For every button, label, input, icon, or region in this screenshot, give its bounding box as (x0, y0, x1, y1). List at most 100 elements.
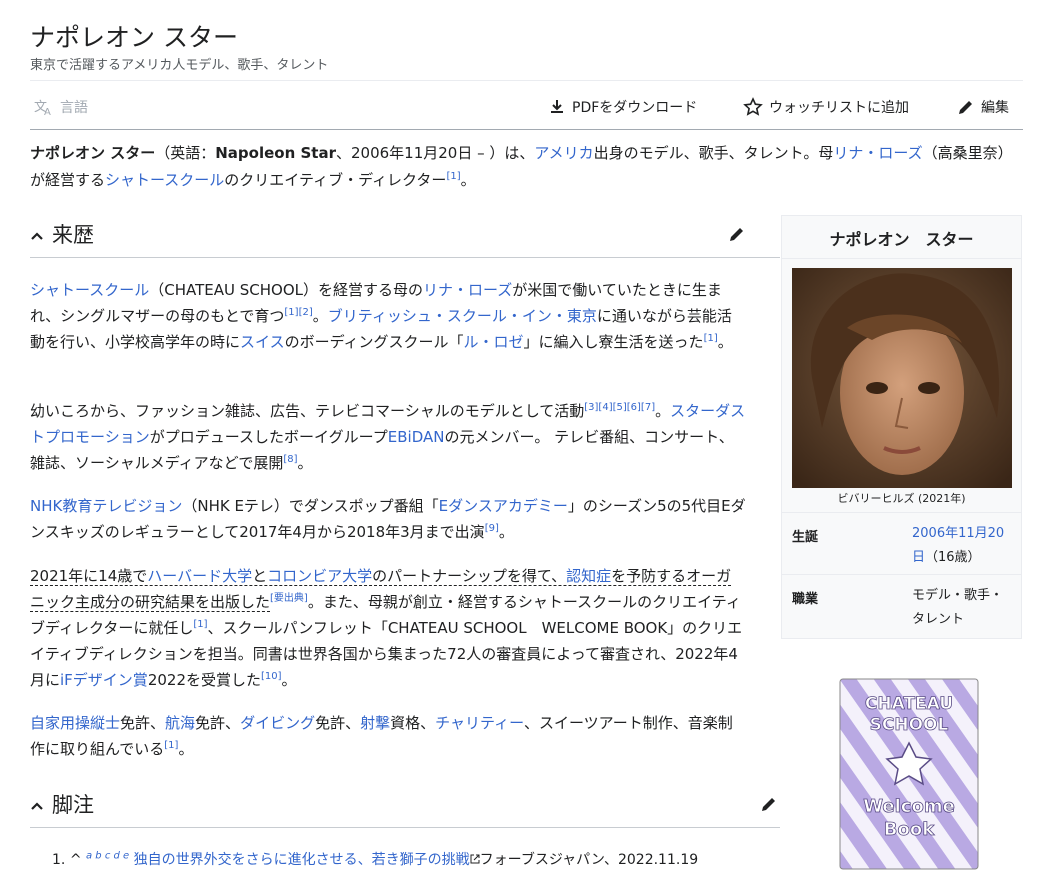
watchlist-button[interactable]: ウォッチリストに追加 (743, 97, 909, 117)
page-toolbar: 文A 言語 PDFをダウンロード ウォッチリストに追加 編集 (30, 97, 1023, 119)
book-title-line-4: Book (884, 819, 935, 840)
link-le-rosey[interactable]: ル・ロゼ (464, 333, 524, 351)
born-age: （16歳） (925, 550, 981, 565)
history-paragraph-2: 幼いころから、ファッション雑誌、広告、テレビコマーシャルのモデルとして活動[3]… (30, 398, 746, 476)
text: のボーディングスクール「 (284, 333, 464, 351)
history-paragraph-4: 2021年に14歳でハーバード大学とコロンビア大学のパートナーシップを得て、認知… (30, 563, 746, 693)
text: 。 (178, 740, 194, 758)
intro-text: 出身のモデル、歌手、タレント。母 (593, 144, 834, 162)
link-shooting[interactable]: 射撃 (360, 714, 390, 732)
intro-paragraph: ナポレオン スター（英語：Napoleon Star、2006年11月20日 –… (30, 140, 1020, 194)
text: 。 (297, 454, 313, 472)
text: 免許、 (120, 714, 166, 732)
welcome-book-image[interactable]: CHATEAU SCHOOL Welcome Book (838, 677, 983, 872)
text: 免許、 (195, 714, 241, 732)
text: 幼いころから、ファッション雑誌、広告、テレビコマーシャルのモデルとして活動 (30, 402, 585, 420)
book-title-line-1: CHATEAU (865, 694, 953, 714)
link-charity[interactable]: チャリティー (435, 714, 524, 732)
text: と (252, 567, 268, 585)
link-swiss[interactable]: スイス (240, 333, 285, 351)
infobox-divider (782, 258, 1021, 259)
pencil-icon (959, 101, 972, 114)
link-ebidan[interactable]: EBiDAN (388, 428, 445, 446)
link-if-design-award[interactable]: iFデザイン賞 (60, 671, 148, 689)
citation-needed-link[interactable]: [要出典] (270, 593, 308, 604)
text: 。 (312, 307, 328, 325)
backref-letters[interactable]: a b c d e (86, 850, 129, 861)
link-dementia[interactable]: 認知症 (566, 567, 611, 585)
reference-title-link[interactable]: 独自の世界外交をさらに進化させる、若き獅子の挑戦 (134, 852, 470, 868)
link-chateau-school[interactable]: シャトースクール (30, 281, 149, 299)
page-title: ナポレオン スター (30, 23, 238, 52)
intro-name: ナポレオン スター (30, 144, 156, 162)
external-link-icon (470, 854, 480, 864)
edit-page-button[interactable]: 編集 (957, 97, 1009, 117)
back-link[interactable]: ^ (70, 852, 82, 868)
text: 資格、 (390, 714, 436, 732)
ref-link[interactable]: [1] (704, 333, 718, 344)
star-icon (743, 97, 763, 116)
link-columbia[interactable]: コロンビア大学 (267, 567, 372, 585)
section-title-notes: 脚注 (52, 793, 94, 817)
history-paragraph-3: NHK教育テレビジョン（NHK Eテレ）でダンスポップ番組「Eダンスアカデミー」… (30, 493, 746, 545)
link-private-pilot[interactable]: 自家用操縦士 (30, 714, 120, 732)
link-america[interactable]: アメリカ (534, 144, 593, 162)
svg-text:A: A (44, 107, 51, 116)
link-navigation[interactable]: 航海 (165, 714, 195, 732)
book-title-line-2: SCHOOL (870, 715, 949, 735)
link-e-dance-academy[interactable]: Eダンスアカデミー (439, 497, 568, 515)
text: 。 (498, 523, 514, 541)
text: 2021年に14歳で (30, 567, 148, 585)
text: （CHATEAU SCHOOL）を経営する母の (149, 281, 424, 299)
page-subtitle: 東京で活躍するアメリカ人モデル、歌手、タレント (30, 58, 329, 73)
link-harvard[interactable]: ハーバード大学 (147, 567, 252, 585)
link-british-school[interactable]: ブリティッシュ・スクール・イン・東京 (328, 307, 597, 325)
portrait-caption: ビバリーヒルズ (2021年) (837, 492, 966, 505)
ref-link[interactable]: [10] (261, 671, 282, 682)
ref-link[interactable]: [1][2] (284, 307, 312, 318)
intro-english-name: Napoleon Star (215, 144, 336, 162)
link-diving[interactable]: ダイビング (240, 714, 315, 732)
download-pdf-button[interactable]: PDFをダウンロード (548, 97, 697, 117)
text: 2022を受賞した (147, 671, 261, 689)
ref-link[interactable]: [8] (283, 454, 297, 465)
link-chateau-school[interactable]: シャトースクール (105, 171, 224, 189)
link-rina-rose[interactable]: リナ・ローズ (833, 144, 922, 162)
watchlist-label: ウォッチリストに追加 (769, 100, 909, 116)
born-value: 2006年11月20日（16歳） (912, 522, 1012, 570)
text: 。 (281, 671, 297, 689)
intro-text: のクリエイティブ・ディレクター (224, 171, 447, 189)
text: 免許、 (315, 714, 361, 732)
ref-link[interactable]: [1] (446, 171, 460, 182)
text: 。 (717, 333, 733, 351)
text: 。 (655, 402, 671, 420)
ref-link[interactable]: [9] (485, 523, 499, 534)
born-label: 生誕 (792, 530, 819, 545)
ref-link[interactable]: [1] (164, 740, 178, 751)
history-paragraph-1: シャトースクール（CHATEAU SCHOOL）を経営する母のリナ・ローズが米国… (30, 277, 746, 355)
title-divider (30, 80, 1023, 81)
text: のパートナーシップを得て、 (372, 567, 567, 585)
link-rina-rose[interactable]: リナ・ローズ (423, 281, 512, 299)
ref-link[interactable]: [3][4][5][6][7] (584, 402, 655, 413)
pencil-icon[interactable] (728, 225, 746, 243)
chevron-up-icon[interactable] (30, 229, 44, 243)
intro-text: 。 (460, 171, 476, 189)
text: （NHK Eテレ）でダンスポップ番組「 (182, 497, 439, 515)
infobox-divider (782, 574, 1021, 575)
occupation-value: モデル・歌手・タレント (912, 588, 1004, 627)
pencil-icon[interactable] (760, 795, 778, 813)
language-button[interactable]: 文A 言語 (34, 97, 88, 117)
section-title-history: 来歴 (52, 223, 94, 247)
link-nhk-etv[interactable]: NHK教育テレビジョン (30, 497, 182, 515)
intro-text: 、2006年11月20日 – ）は、 (335, 144, 535, 162)
text: 」に編入し寮生活を送った (523, 333, 704, 351)
infobox-title: ナポレオン スター (829, 230, 974, 249)
translate-icon: 文A (34, 100, 51, 116)
section-heading-history: 来歴 (30, 215, 780, 258)
download-icon (551, 100, 563, 113)
language-label: 言語 (60, 100, 88, 116)
ref-link[interactable]: [1] (193, 619, 207, 630)
portrait-image[interactable] (792, 268, 1012, 488)
chevron-up-icon[interactable] (30, 799, 44, 813)
